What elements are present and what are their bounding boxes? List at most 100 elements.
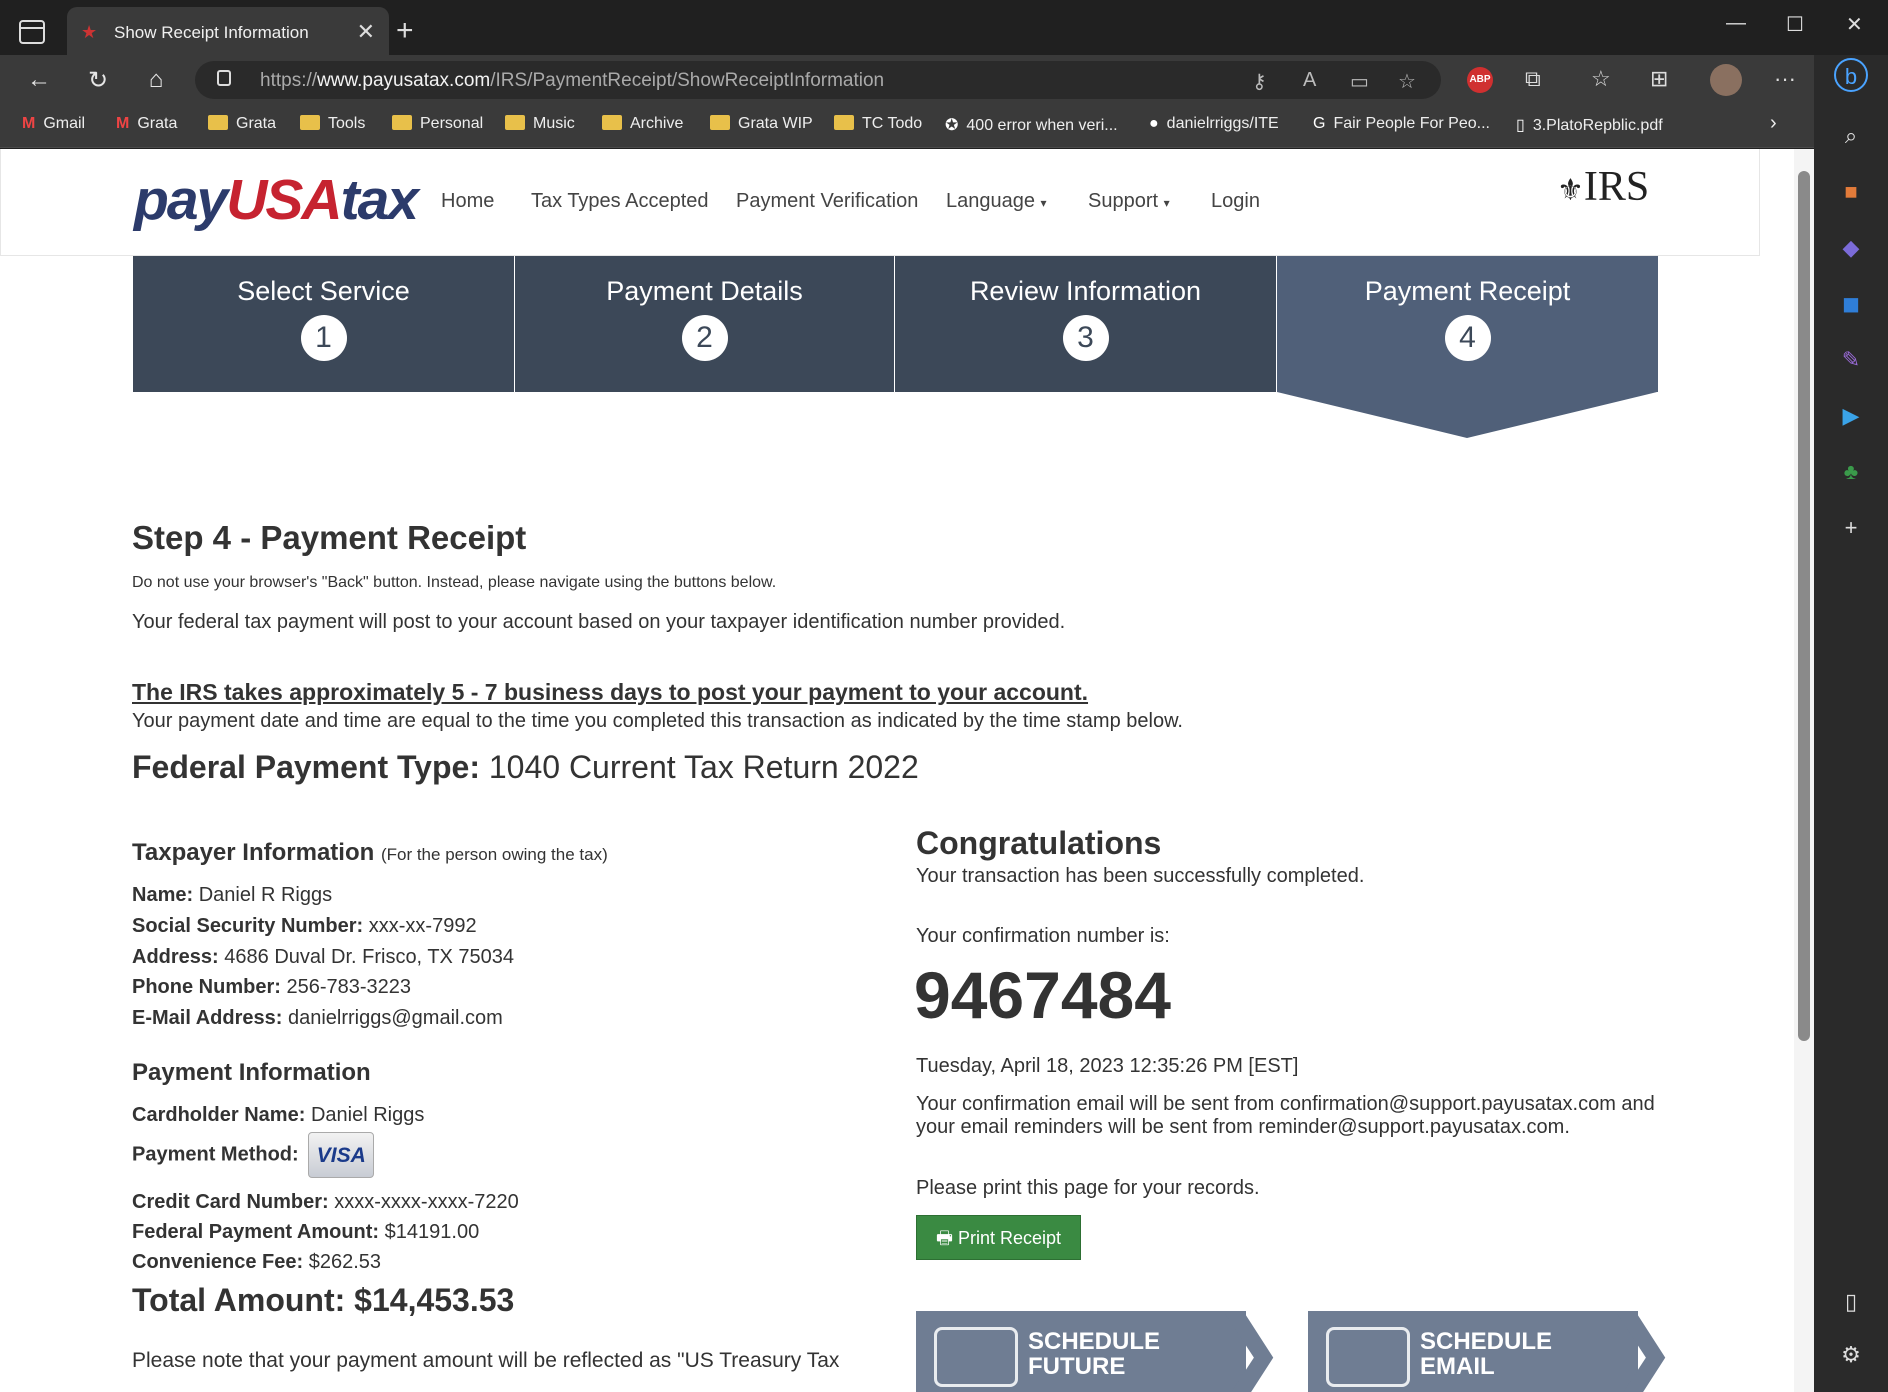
taxpayer-phone: Phone Number: 256-783-3223 — [132, 976, 412, 998]
schedule-future-payments-banner[interactable]: SCHEDULE FUTURE ❯ — [916, 1306, 1286, 1392]
nav-payment-verification[interactable]: Payment Verification — [736, 190, 918, 213]
url-text[interactable]: https://www.payusatax.com/IRS/PaymentRec… — [260, 70, 884, 92]
immersive-reader-icon[interactable]: ▭ — [1350, 69, 1369, 94]
step-payment-receipt: Payment Receipt 4 — [1277, 256, 1658, 392]
scrollbar-thumb[interactable] — [1798, 171, 1810, 1041]
google-icon: G — [1313, 115, 1326, 132]
read-aloud-icon[interactable]: A — [1303, 69, 1316, 92]
key-icon[interactable]: ⚷ — [1252, 69, 1267, 94]
home-icon[interactable]: ⌂ — [141, 66, 171, 94]
refresh-icon[interactable]: ↻ — [83, 66, 113, 95]
step-review-information: Review Information 3 — [895, 256, 1276, 392]
bookmark-folder[interactable]: Music — [505, 115, 575, 133]
caret-down-icon: ▾ — [1163, 196, 1170, 210]
sidebar-toggle-icon[interactable]: ▯ — [1834, 1285, 1868, 1319]
folder-icon — [834, 115, 854, 130]
federal-payment-amount: Federal Payment Amount: $14191.00 — [132, 1221, 480, 1243]
bookmark-folder[interactable]: TC Todo — [834, 115, 922, 133]
tree-icon[interactable]: ♣ — [1834, 455, 1868, 489]
nav-home[interactable]: Home — [441, 190, 494, 213]
confirmation-label: Your confirmation number is: — [916, 925, 1170, 947]
adblock-icon[interactable]: ABP — [1467, 67, 1493, 93]
calendar-bell-icon — [934, 1327, 1018, 1387]
bookmark-folder[interactable]: Personal — [392, 115, 483, 133]
transaction-timestamp: Tuesday, April 18, 2023 12:35:26 PM [EST… — [916, 1055, 1299, 1077]
bookmark-item[interactable]: G Fair People For Peo... — [1313, 115, 1490, 133]
payment-method: Payment Method: VISA — [132, 1132, 375, 1178]
bookmarks-bar: M Gmail M Grata Grata Tools Personal Music… — [0, 105, 1888, 148]
payusatax-logo[interactable]: payUSAtax — [134, 167, 419, 233]
add-favorite-icon[interactable]: ☆ — [1398, 69, 1416, 94]
folder-icon — [710, 115, 730, 130]
bookmark-item[interactable]: M Grata — [116, 115, 177, 133]
lock-icon[interactable] — [217, 70, 231, 86]
nav-language[interactable]: Language ▾ — [946, 190, 1047, 213]
site-favicon-icon: ★ — [81, 22, 98, 42]
irs-posting-warning: The IRS takes approximately 5 - 7 busine… — [132, 679, 1089, 705]
extensions-icon[interactable]: ⧉ — [1525, 66, 1541, 92]
step-title: Review Information — [969, 276, 1202, 306]
nav-support[interactable]: Support ▾ — [1088, 190, 1170, 213]
address-bar[interactable]: https://www.payusatax.com/IRS/PaymentRec… — [195, 61, 1441, 99]
more-bookmarks-icon[interactable]: › — [1770, 112, 1777, 135]
gmail-icon: M — [116, 115, 130, 132]
close-tab-icon[interactable]: ✕ — [357, 19, 375, 45]
taxpayer-address: Address: 4686 Duval Dr. Frisco, TX 75034 — [132, 946, 515, 968]
convenience-fee: Convenience Fee: $262.53 — [132, 1251, 382, 1273]
maximize-icon[interactable]: ☐ — [1786, 12, 1804, 37]
taxpayer-ssn: Social Security Number: xxx-xx-7992 — [132, 915, 477, 937]
tools-icon[interactable]: ■ — [1834, 175, 1868, 209]
printer-icon: 🖶 — [935, 1228, 953, 1248]
folder-icon — [392, 115, 412, 130]
nav-login[interactable]: Login — [1211, 190, 1260, 213]
back-icon[interactable]: ← — [24, 66, 54, 94]
page-viewport: payUSAtax Home Tax Types Accepted Paymen… — [0, 149, 1814, 1392]
bookmark-folder[interactable]: Archive — [602, 115, 683, 133]
bookmark-item[interactable]: ● danielrriggs/ITE — [1149, 115, 1279, 133]
step-number: 3 — [1062, 315, 1109, 361]
folder-icon — [300, 115, 320, 130]
eagle-icon: ⚜ — [1557, 174, 1584, 207]
step-number: 4 — [1444, 315, 1491, 361]
close-window-icon[interactable]: ✕ — [1846, 12, 1863, 37]
add-icon[interactable]: + — [1834, 511, 1868, 545]
bookmark-item[interactable]: M Gmail — [22, 115, 85, 133]
schedule-email-reminders-banner[interactable]: SCHEDULE EMAIL ❯ — [1308, 1306, 1678, 1392]
active-tab[interactable]: ★ Show Receipt Information ✕ — [67, 7, 389, 55]
page-title: Step 4 - Payment Receipt — [132, 519, 527, 556]
payment-heading: Payment Information — [132, 1059, 371, 1086]
gmail-icon: M — [22, 115, 36, 132]
tab-actions-icon[interactable] — [19, 20, 45, 44]
collections-icon[interactable]: ⊞ — [1650, 66, 1668, 92]
taxpayer-heading: Taxpayer Information (For the person owi… — [132, 839, 608, 866]
github-icon: ● — [1149, 115, 1159, 132]
search-icon[interactable]: ⌕ — [1834, 119, 1868, 153]
browser-window: ★ Show Receipt Information ✕ + — ☐ ✕ ← ↻… — [0, 0, 1888, 1392]
irs-logo: ⚜IRS — [1557, 164, 1650, 210]
profile-avatar[interactable] — [1710, 64, 1742, 96]
bookmark-folder[interactable]: Tools — [300, 115, 365, 133]
favorites-icon[interactable]: ☆ — [1591, 66, 1611, 92]
new-tab-icon[interactable]: + — [396, 14, 414, 48]
step-select-service: Select Service 1 — [133, 256, 514, 392]
bookmark-folder[interactable]: Grata WIP — [710, 115, 813, 133]
active-step-arrow — [1277, 392, 1657, 438]
nav-tax-types[interactable]: Tax Types Accepted — [531, 190, 709, 213]
chevron-right-icon: ❯ — [1210, 1301, 1286, 1392]
bookmark-folder[interactable]: Grata — [208, 115, 276, 133]
copilot-icon[interactable]: ◆ — [1834, 231, 1868, 265]
bookmark-item[interactable]: ▯ 3.PlatoRepblic.pdf — [1516, 115, 1663, 135]
settings-icon[interactable]: ⚙ — [1834, 1338, 1868, 1372]
file-icon: ▯ — [1516, 117, 1525, 134]
page-scrollbar[interactable] — [1794, 149, 1814, 1392]
bookmark-item[interactable]: ✪ 400 error when veri... — [945, 115, 1118, 135]
back-button-note: Do not use your browser's "Back" button.… — [132, 574, 777, 591]
print-receipt-button[interactable]: 🖶 Print Receipt — [916, 1215, 1081, 1260]
minimize-icon[interactable]: — — [1726, 12, 1746, 35]
bing-chat-icon[interactable]: b — [1834, 58, 1868, 92]
more-menu-icon[interactable]: ··· — [1774, 66, 1796, 92]
designer-icon[interactable]: ✎ — [1834, 343, 1868, 377]
send-icon[interactable]: ▶ — [1834, 399, 1868, 433]
outlook-icon[interactable]: ◼ — [1834, 287, 1868, 321]
visa-icon: VISA — [308, 1132, 375, 1178]
